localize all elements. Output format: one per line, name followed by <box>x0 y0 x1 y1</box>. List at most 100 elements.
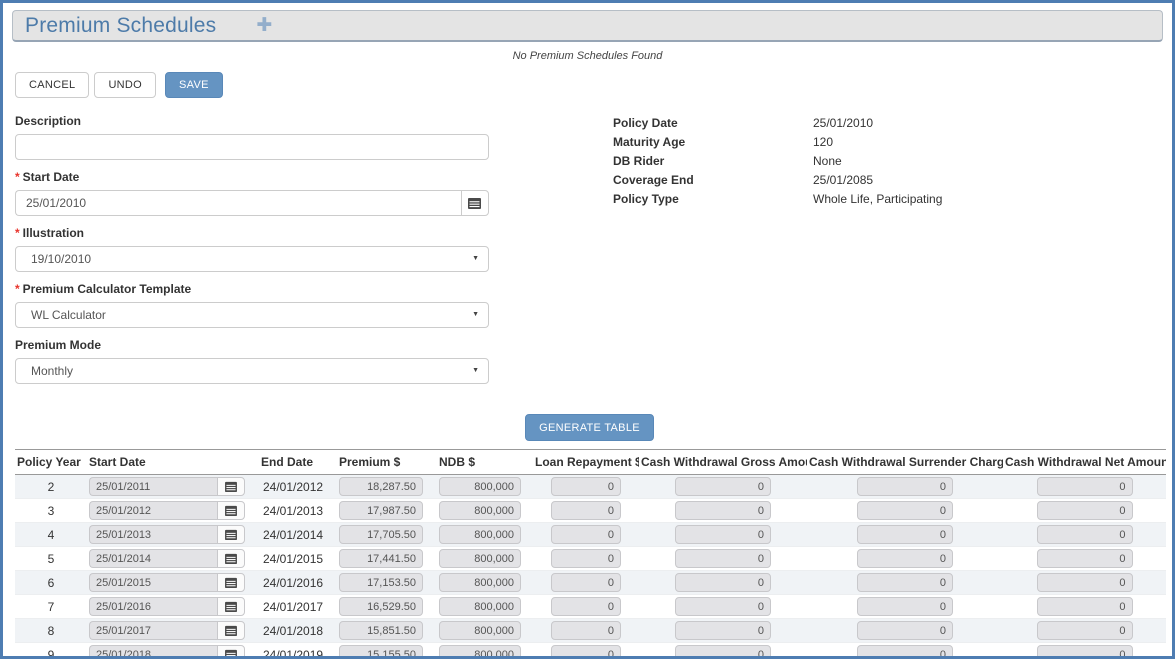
ndb-input[interactable] <box>439 621 521 640</box>
table-row: 9 24/01/2019 <box>15 643 1166 659</box>
row-start-date-input[interactable] <box>89 621 217 640</box>
premium-input[interactable] <box>339 525 423 544</box>
add-premium-schedule-icon[interactable]: ✚ <box>256 16 272 35</box>
ndb-input[interactable] <box>439 645 521 659</box>
cw-net-input[interactable] <box>1037 573 1133 592</box>
cw-net-input[interactable] <box>1037 597 1133 616</box>
schedule-form: Description *Start Date <box>15 114 489 394</box>
cw-gross-input[interactable] <box>675 645 771 659</box>
row-calendar-button[interactable] <box>217 549 245 568</box>
undo-button[interactable]: UNDO <box>94 72 156 98</box>
save-button[interactable]: SAVE <box>165 72 223 98</box>
row-start-date-input[interactable] <box>89 477 217 496</box>
cw-gross-input[interactable] <box>675 477 771 496</box>
cw-net-input[interactable] <box>1037 525 1133 544</box>
cw-surrender-input[interactable] <box>857 477 953 496</box>
loan-repayment-input[interactable] <box>551 645 621 659</box>
loan-repayment-input[interactable] <box>551 501 621 520</box>
cw-gross-input[interactable] <box>675 549 771 568</box>
loan-repayment-input[interactable] <box>551 573 621 592</box>
schedule-table-body: 2 24/01/2012 3 <box>15 475 1166 659</box>
info-label: DB Rider <box>613 154 813 168</box>
description-group: Description <box>15 114 489 160</box>
loan-repayment-input[interactable] <box>551 477 621 496</box>
premium-input[interactable] <box>339 501 423 520</box>
cw-net-input[interactable] <box>1037 621 1133 640</box>
row-calendar-button[interactable] <box>217 501 245 520</box>
illustration-group: *Illustration 19/10/2010 ▼ <box>15 226 489 272</box>
cw-gross-input[interactable] <box>675 621 771 640</box>
cw-surrender-input[interactable] <box>857 525 953 544</box>
cw-net-input[interactable] <box>1037 645 1133 659</box>
ndb-input[interactable] <box>439 525 521 544</box>
required-marker: * <box>15 170 20 184</box>
table-row: 6 24/01/2016 <box>15 571 1166 595</box>
cw-surrender-input[interactable] <box>857 501 953 520</box>
premium-input[interactable] <box>339 549 423 568</box>
premium-input[interactable] <box>339 573 423 592</box>
row-calendar-button[interactable] <box>217 597 245 616</box>
calendar-icon <box>225 505 237 516</box>
col-header-ndb: NDB $ <box>437 450 533 475</box>
premium-input[interactable] <box>339 645 423 659</box>
cw-net-input[interactable] <box>1037 477 1133 496</box>
illustration-select[interactable]: 19/10/2010 <box>15 246 489 272</box>
cw-net-input[interactable] <box>1037 549 1133 568</box>
premium-mode-label: Premium Mode <box>15 338 489 352</box>
start-date-calendar-button[interactable] <box>461 190 489 216</box>
row-start-date-input[interactable] <box>89 573 217 592</box>
cw-gross-input[interactable] <box>675 573 771 592</box>
schedule-table: Policy Year Start Date End Date Premium … <box>15 449 1166 659</box>
col-header-policy-year: Policy Year <box>15 450 87 475</box>
cw-surrender-input[interactable] <box>857 621 953 640</box>
calendar-icon <box>225 625 237 636</box>
main-content: Description *Start Date <box>15 114 1160 394</box>
info-value: 25/01/2085 <box>813 173 873 187</box>
coverage-end-row: Coverage End 25/01/2085 <box>613 173 942 187</box>
row-calendar-button[interactable] <box>217 525 245 544</box>
row-calendar-button[interactable] <box>217 477 245 496</box>
premium-input[interactable] <box>339 477 423 496</box>
premium-calculator-template-select[interactable]: WL Calculator <box>15 302 489 328</box>
loan-repayment-input[interactable] <box>551 597 621 616</box>
generate-table-button[interactable]: GENERATE TABLE <box>525 414 654 441</box>
policy-year-cell: 7 <box>15 595 87 619</box>
end-date-cell: 24/01/2012 <box>259 475 337 499</box>
start-date-input[interactable] <box>15 190 461 216</box>
loan-repayment-input[interactable] <box>551 549 621 568</box>
premium-calculator-template-label: *Premium Calculator Template <box>15 282 489 296</box>
ndb-input[interactable] <box>439 549 521 568</box>
cw-gross-input[interactable] <box>675 525 771 544</box>
generate-table-container: GENERATE TABLE <box>3 414 1172 441</box>
policy-year-cell: 9 <box>15 643 87 659</box>
row-calendar-button[interactable] <box>217 573 245 592</box>
cw-net-input[interactable] <box>1037 501 1133 520</box>
row-start-date-input[interactable] <box>89 549 217 568</box>
premium-input[interactable] <box>339 597 423 616</box>
loan-repayment-input[interactable] <box>551 621 621 640</box>
description-input[interactable] <box>15 134 489 160</box>
ndb-input[interactable] <box>439 477 521 496</box>
row-calendar-button[interactable] <box>217 621 245 640</box>
col-header-loan-repayment: Loan Repayment $ <box>533 450 639 475</box>
ndb-input[interactable] <box>439 597 521 616</box>
row-start-date-input[interactable] <box>89 597 217 616</box>
cw-surrender-input[interactable] <box>857 549 953 568</box>
cw-surrender-input[interactable] <box>857 573 953 592</box>
ndb-input[interactable] <box>439 501 521 520</box>
row-start-date-input[interactable] <box>89 645 217 659</box>
row-start-date-input[interactable] <box>89 501 217 520</box>
cw-surrender-input[interactable] <box>857 597 953 616</box>
row-calendar-button[interactable] <box>217 645 245 659</box>
row-start-date-input[interactable] <box>89 525 217 544</box>
ndb-input[interactable] <box>439 573 521 592</box>
premium-mode-select[interactable]: Monthly <box>15 358 489 384</box>
policy-date-row: Policy Date 25/01/2010 <box>613 116 942 130</box>
cancel-button[interactable]: CANCEL <box>15 72 89 98</box>
cw-surrender-input[interactable] <box>857 645 953 659</box>
required-marker: * <box>15 226 20 240</box>
loan-repayment-input[interactable] <box>551 525 621 544</box>
cw-gross-input[interactable] <box>675 597 771 616</box>
premium-input[interactable] <box>339 621 423 640</box>
cw-gross-input[interactable] <box>675 501 771 520</box>
